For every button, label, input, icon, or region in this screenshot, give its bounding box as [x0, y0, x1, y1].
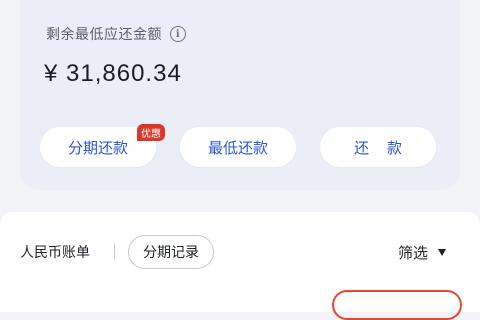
- tab-installment-records[interactable]: 分期记录: [128, 235, 214, 269]
- min-due-amount: ¥ 31,860.34: [44, 60, 182, 87]
- installment-records-label: 分期记录: [143, 245, 199, 261]
- info-icon[interactable]: i: [170, 26, 186, 42]
- filter-button[interactable]: 筛选: [398, 242, 447, 263]
- tab-divider: [114, 243, 115, 259]
- caret-down-icon: [438, 249, 447, 256]
- filter-label: 筛选: [398, 244, 429, 262]
- min-due-label: 剩余最低应还金额: [46, 27, 162, 43]
- minimum-repay-label: 最低还款: [207, 138, 268, 157]
- highlighted-item-partial[interactable]: [332, 290, 462, 320]
- minimum-repay-button[interactable]: 最低还款: [180, 127, 296, 167]
- promo-badge: 优惠: [137, 124, 165, 141]
- repay-button[interactable]: 还款: [320, 127, 436, 167]
- tab-cny-bill[interactable]: 人民币账单: [20, 242, 90, 262]
- repay-label: 还款: [353, 138, 420, 157]
- installment-repay-label: 分期还款: [67, 138, 128, 157]
- min-due-label-row: 剩余最低应还金额 i: [46, 24, 186, 44]
